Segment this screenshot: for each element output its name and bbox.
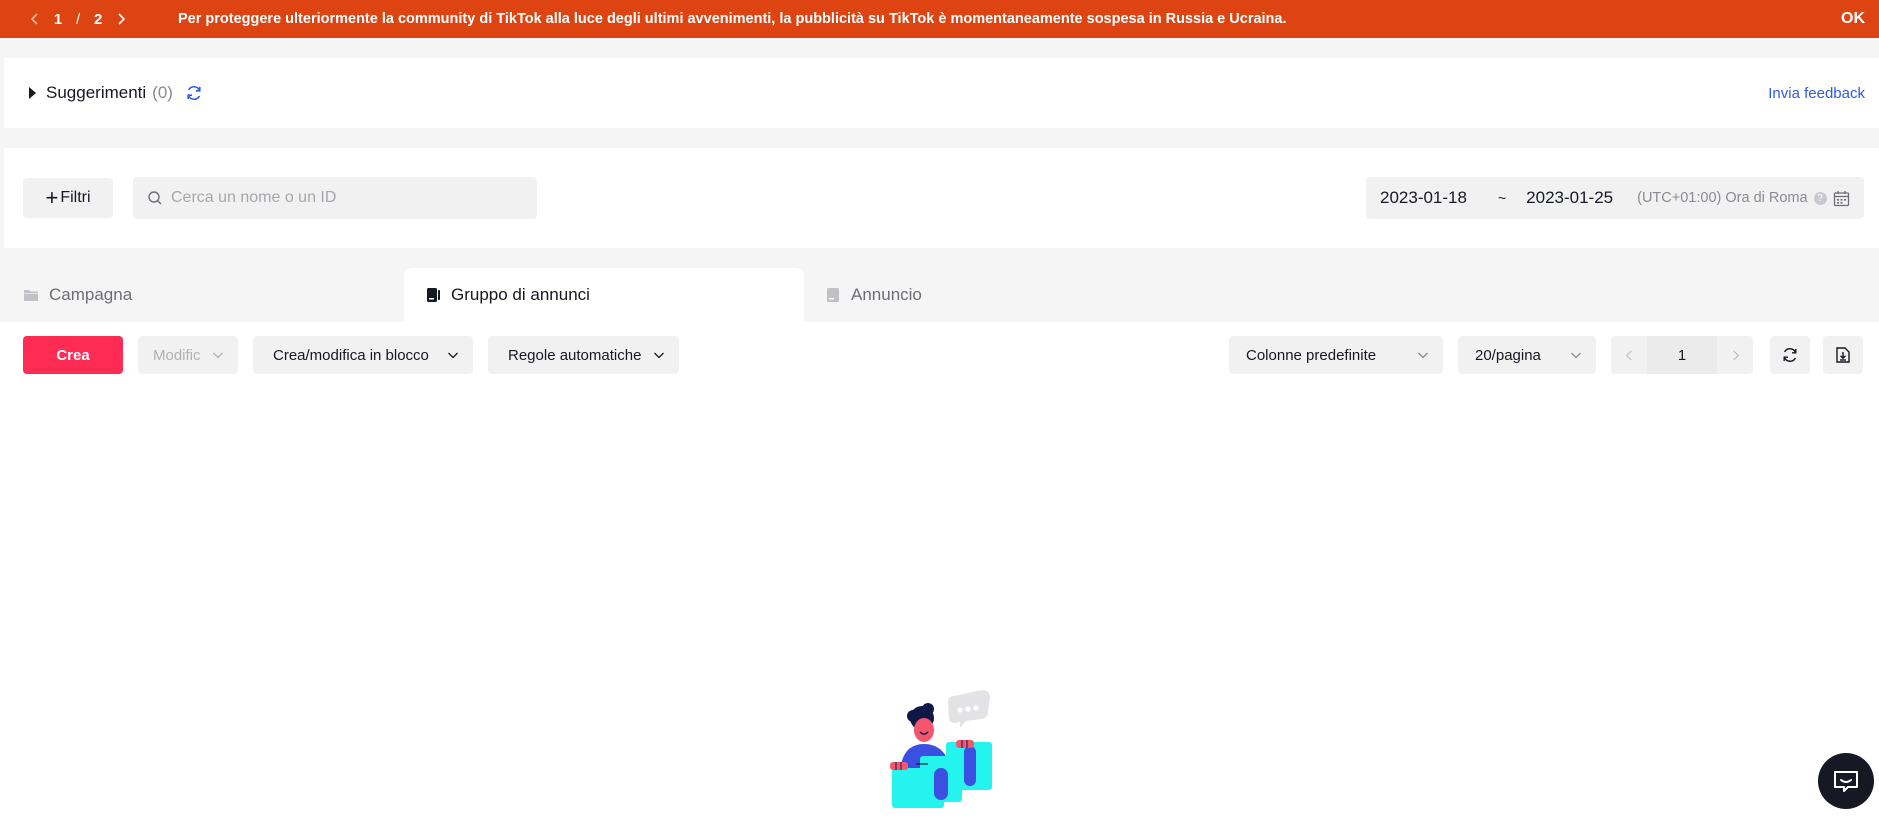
folder-icon bbox=[24, 290, 38, 301]
chat-support-button[interactable] bbox=[1818, 753, 1874, 809]
ad-group-icon bbox=[427, 288, 440, 302]
search-input[interactable] bbox=[171, 189, 531, 207]
rules-label: Regole automatiche bbox=[508, 346, 642, 364]
date-range-picker[interactable]: 2023-01-18 ~ 2023-01-25 (UTC+01:00) Ora … bbox=[1366, 177, 1864, 219]
banner-prev-button[interactable] bbox=[22, 6, 48, 32]
empty-state-illustration bbox=[890, 690, 992, 808]
help-icon[interactable]: ? bbox=[1813, 191, 1827, 205]
timezone-label: (UTC+01:00) Ora di Roma bbox=[1637, 190, 1808, 206]
tab-label: Annuncio bbox=[851, 285, 922, 304]
suggestions-title[interactable]: Suggerimenti bbox=[46, 83, 146, 103]
chevron-down-icon bbox=[213, 352, 223, 359]
edit-label: Modific bbox=[153, 346, 201, 364]
banner-page-current: 1 bbox=[53, 10, 63, 28]
banner-next-button[interactable] bbox=[108, 6, 134, 32]
filter-bar: + Filtri 2023-01-18 ~ 2023-01-25 (UTC+01… bbox=[4, 148, 1879, 248]
pagination: 1 bbox=[1611, 336, 1753, 374]
bulk-label: Crea/modifica in blocco bbox=[273, 346, 429, 364]
tab-label: Gruppo di annunci bbox=[451, 285, 590, 304]
columns-label: Colonne predefinite bbox=[1246, 346, 1377, 364]
chevron-left-icon bbox=[30, 13, 38, 25]
chevron-right-icon bbox=[1732, 349, 1739, 361]
suggestions-panel: Suggerimenti (0) Invia feedback bbox=[4, 58, 1879, 128]
prev-page-button[interactable] bbox=[1611, 336, 1647, 374]
refresh-icon[interactable] bbox=[185, 84, 203, 102]
chat-icon bbox=[1834, 771, 1858, 792]
banner-message: Per proteggere ulteriormente la communit… bbox=[178, 11, 1287, 27]
ad-icon bbox=[827, 288, 839, 302]
date-end[interactable]: 2023-01-25 bbox=[1526, 188, 1613, 208]
page-size-label: 20/pagina bbox=[1475, 346, 1541, 364]
banner-ok-button[interactable]: OK bbox=[1841, 10, 1865, 28]
tab-label: Campagna bbox=[49, 285, 133, 304]
feedback-link[interactable]: Invia feedback bbox=[1768, 85, 1865, 102]
refresh-button[interactable] bbox=[1770, 336, 1810, 374]
banner-page-total: 2 bbox=[94, 10, 103, 28]
download-icon bbox=[1836, 347, 1850, 363]
create-button[interactable]: Crea bbox=[23, 336, 123, 374]
filters-button[interactable]: + Filtri bbox=[23, 178, 113, 218]
date-start[interactable]: 2023-01-18 bbox=[1380, 188, 1467, 208]
tab-annuncio[interactable]: Annuncio bbox=[805, 268, 1205, 322]
level-tabs: Campagna Gruppo di annunci Annuncio bbox=[0, 268, 1879, 322]
date-separator: ~ bbox=[1497, 190, 1507, 206]
notice-banner: 1 / 2 Per proteggere ulteriormente la co… bbox=[0, 0, 1879, 38]
next-page-button[interactable] bbox=[1717, 336, 1753, 374]
banner-pager: 1 / 2 bbox=[22, 6, 172, 32]
chevron-down-icon bbox=[1418, 352, 1428, 359]
chevron-left-icon bbox=[1625, 349, 1632, 361]
chevron-right-icon bbox=[118, 13, 126, 25]
plus-icon: + bbox=[45, 185, 59, 210]
calendar-icon[interactable] bbox=[1833, 190, 1850, 207]
page-number-input[interactable]: 1 bbox=[1647, 336, 1717, 374]
export-button[interactable] bbox=[1823, 336, 1863, 374]
chevron-down-icon bbox=[448, 352, 458, 359]
filters-label: Filtri bbox=[60, 189, 91, 206]
automated-rules-dropdown[interactable]: Regole automatiche bbox=[488, 336, 679, 374]
edit-dropdown[interactable]: Modific bbox=[138, 336, 238, 374]
tab-gruppo-di-annunci[interactable]: Gruppo di annunci bbox=[404, 268, 804, 322]
chevron-down-icon bbox=[654, 352, 664, 359]
suggestions-count: (0) bbox=[152, 83, 173, 102]
banner-page-separator: / bbox=[76, 10, 81, 28]
bulk-edit-dropdown[interactable]: Crea/modifica in blocco bbox=[253, 336, 473, 374]
tab-campagna[interactable]: Campagna bbox=[4, 268, 404, 322]
search-icon bbox=[148, 191, 162, 205]
chevron-down-icon bbox=[1571, 352, 1581, 359]
caret-right-icon[interactable] bbox=[29, 87, 36, 99]
main-content: Crea Modific Crea/modifica in blocco Reg… bbox=[0, 322, 1879, 822]
search-box[interactable] bbox=[133, 177, 537, 219]
columns-dropdown[interactable]: Colonne predefinite bbox=[1229, 336, 1443, 374]
refresh-icon bbox=[1783, 348, 1797, 362]
page-size-dropdown[interactable]: 20/pagina bbox=[1458, 336, 1596, 374]
